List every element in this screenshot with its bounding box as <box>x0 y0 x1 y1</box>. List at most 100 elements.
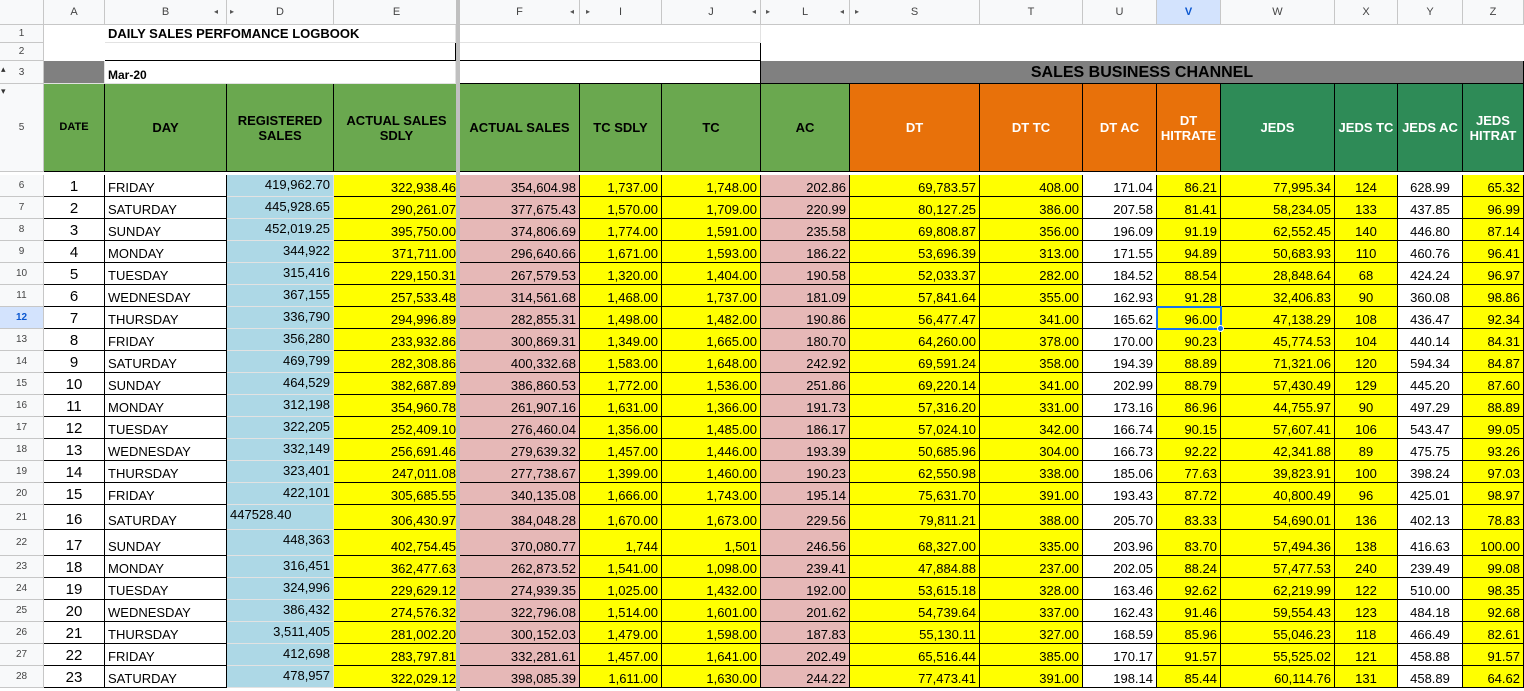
table-cell[interactable]: 1,648.00 <box>662 351 761 373</box>
column-header-j[interactable]: J <box>662 0 761 25</box>
column-header-t[interactable]: T <box>980 0 1083 25</box>
table-cell[interactable]: 391.00 <box>980 666 1083 688</box>
table-cell[interactable]: 233,932.86 <box>334 329 460 351</box>
table-cell[interactable]: 77,473.41 <box>850 666 980 688</box>
table-cell[interactable]: 98.35 <box>1463 578 1524 600</box>
table-cell[interactable]: 256,691.46 <box>334 439 460 461</box>
table-cell[interactable]: 235.58 <box>761 219 850 241</box>
table-cell[interactable]: 207.58 <box>1083 197 1157 219</box>
table-cell[interactable]: 1,468.00 <box>580 285 662 307</box>
table-cell[interactable]: 96.41 <box>1463 241 1524 263</box>
table-cell[interactable]: 475.75 <box>1398 439 1463 461</box>
table-cell[interactable]: 469,799 <box>227 351 334 373</box>
table-cell[interactable]: 446.80 <box>1398 219 1463 241</box>
table-cell[interactable]: 336,790 <box>227 307 334 329</box>
table-cell[interactable]: 195.14 <box>761 483 850 505</box>
table-cell[interactable]: 378.00 <box>980 329 1083 351</box>
table-cell[interactable]: 87.72 <box>1157 483 1221 505</box>
table-cell[interactable]: 136 <box>1335 505 1398 530</box>
table-cell[interactable]: 419,962.70 <box>227 175 334 197</box>
table-cell[interactable]: 96.00 <box>1157 307 1221 329</box>
table-cell[interactable]: 6 <box>44 285 105 307</box>
table-cell[interactable]: 16 <box>44 505 105 530</box>
row-header[interactable]: 11 <box>0 285 44 307</box>
row-header[interactable]: 23 <box>0 556 44 578</box>
table-cell[interactable]: 1,774.00 <box>580 219 662 241</box>
table-cell[interactable]: 458.88 <box>1398 644 1463 666</box>
table-cell[interactable]: 8 <box>44 329 105 351</box>
table-cell[interactable]: 91.46 <box>1157 600 1221 622</box>
table-cell[interactable]: 50,685.96 <box>850 439 980 461</box>
column-header-x[interactable]: X <box>1335 0 1398 25</box>
table-cell[interactable]: 445.20 <box>1398 373 1463 395</box>
table-cell[interactable]: 237.00 <box>980 556 1083 578</box>
table-cell[interactable]: 1,593.00 <box>662 241 761 263</box>
table-cell[interactable]: 7 <box>44 307 105 329</box>
table-cell[interactable]: 203.96 <box>1083 530 1157 556</box>
table-cell[interactable]: 1,709.00 <box>662 197 761 219</box>
table-cell[interactable]: 388.00 <box>980 505 1083 530</box>
table-cell[interactable]: 55,525.02 <box>1221 644 1335 666</box>
table-cell[interactable]: 201.62 <box>761 600 850 622</box>
table-cell[interactable]: 42,341.88 <box>1221 439 1335 461</box>
table-cell[interactable]: 69,591.24 <box>850 351 980 373</box>
table-cell[interactable]: 140 <box>1335 219 1398 241</box>
hidden-columns-arrow-icon[interactable]: ▸ <box>766 7 770 16</box>
table-cell[interactable]: 1,631.00 <box>580 395 662 417</box>
table-cell[interactable]: 88.89 <box>1157 351 1221 373</box>
table-cell[interactable]: 354,960.78 <box>334 395 460 417</box>
column-header-l[interactable]: L <box>761 0 850 25</box>
table-cell[interactable]: 338.00 <box>980 461 1083 483</box>
table-cell[interactable]: 1,498.00 <box>580 307 662 329</box>
table-cell[interactable]: 1,570.00 <box>580 197 662 219</box>
table-cell[interactable]: 220.99 <box>761 197 850 219</box>
table-cell[interactable]: 121 <box>1335 644 1398 666</box>
table-cell[interactable]: 56,477.47 <box>850 307 980 329</box>
table-cell[interactable]: 86.21 <box>1157 175 1221 197</box>
table-cell[interactable]: 448,363 <box>227 530 334 556</box>
table-cell[interactable]: 628.99 <box>1398 175 1463 197</box>
row-header[interactable]: 13 <box>0 329 44 351</box>
row-header[interactable]: 27 <box>0 644 44 666</box>
table-cell[interactable]: 360.08 <box>1398 285 1463 307</box>
table-cell[interactable]: 84.31 <box>1463 329 1524 351</box>
table-cell[interactable]: 1,641.00 <box>662 644 761 666</box>
table-cell[interactable]: 22 <box>44 644 105 666</box>
table-cell[interactable]: 440.14 <box>1398 329 1463 351</box>
table-cell[interactable]: 106 <box>1335 417 1398 439</box>
table-cell[interactable]: 100 <box>1335 461 1398 483</box>
table-cell[interactable]: 400,332.68 <box>460 351 580 373</box>
table-cell[interactable]: 96.99 <box>1463 197 1524 219</box>
table-cell[interactable]: 93.26 <box>1463 439 1524 461</box>
column-header-v[interactable]: V <box>1157 0 1221 25</box>
table-cell[interactable]: 290,261.07 <box>334 197 460 219</box>
table-cell[interactable]: 283,797.81 <box>334 644 460 666</box>
table-cell[interactable]: 1,591.00 <box>662 219 761 241</box>
table-cell[interactable]: 85.44 <box>1157 666 1221 688</box>
table-cell[interactable]: 45,774.53 <box>1221 329 1335 351</box>
table-cell[interactable]: 323,401 <box>227 461 334 483</box>
table-cell[interactable]: 1,536.00 <box>662 373 761 395</box>
table-cell[interactable]: THURSDAY <box>105 307 227 329</box>
table-cell[interactable]: 1,098.00 <box>662 556 761 578</box>
table-cell[interactable]: 96 <box>1335 483 1398 505</box>
table-cell[interactable]: 1,673.00 <box>662 505 761 530</box>
table-cell[interactable]: 180.70 <box>761 329 850 351</box>
table-cell[interactable]: 198.14 <box>1083 666 1157 688</box>
table-cell[interactable]: 138 <box>1335 530 1398 556</box>
table-cell[interactable]: 3 <box>44 219 105 241</box>
table-cell[interactable]: 332,281.61 <box>460 644 580 666</box>
table-cell[interactable]: 1,514.00 <box>580 600 662 622</box>
table-cell[interactable]: MONDAY <box>105 241 227 263</box>
table-cell[interactable]: 1,598.00 <box>662 622 761 644</box>
table-cell[interactable]: 165.62 <box>1083 307 1157 329</box>
table-cell[interactable]: 100.00 <box>1463 530 1524 556</box>
table-cell[interactable]: 2 <box>44 197 105 219</box>
table-cell[interactable]: 88.89 <box>1463 395 1524 417</box>
table-cell[interactable]: 99.08 <box>1463 556 1524 578</box>
table-cell[interactable]: 300,869.31 <box>460 329 580 351</box>
table-cell[interactable]: 192.00 <box>761 578 850 600</box>
table-cell[interactable]: 497.29 <box>1398 395 1463 417</box>
table-cell[interactable]: 424.24 <box>1398 263 1463 285</box>
table-cell[interactable]: 193.43 <box>1083 483 1157 505</box>
